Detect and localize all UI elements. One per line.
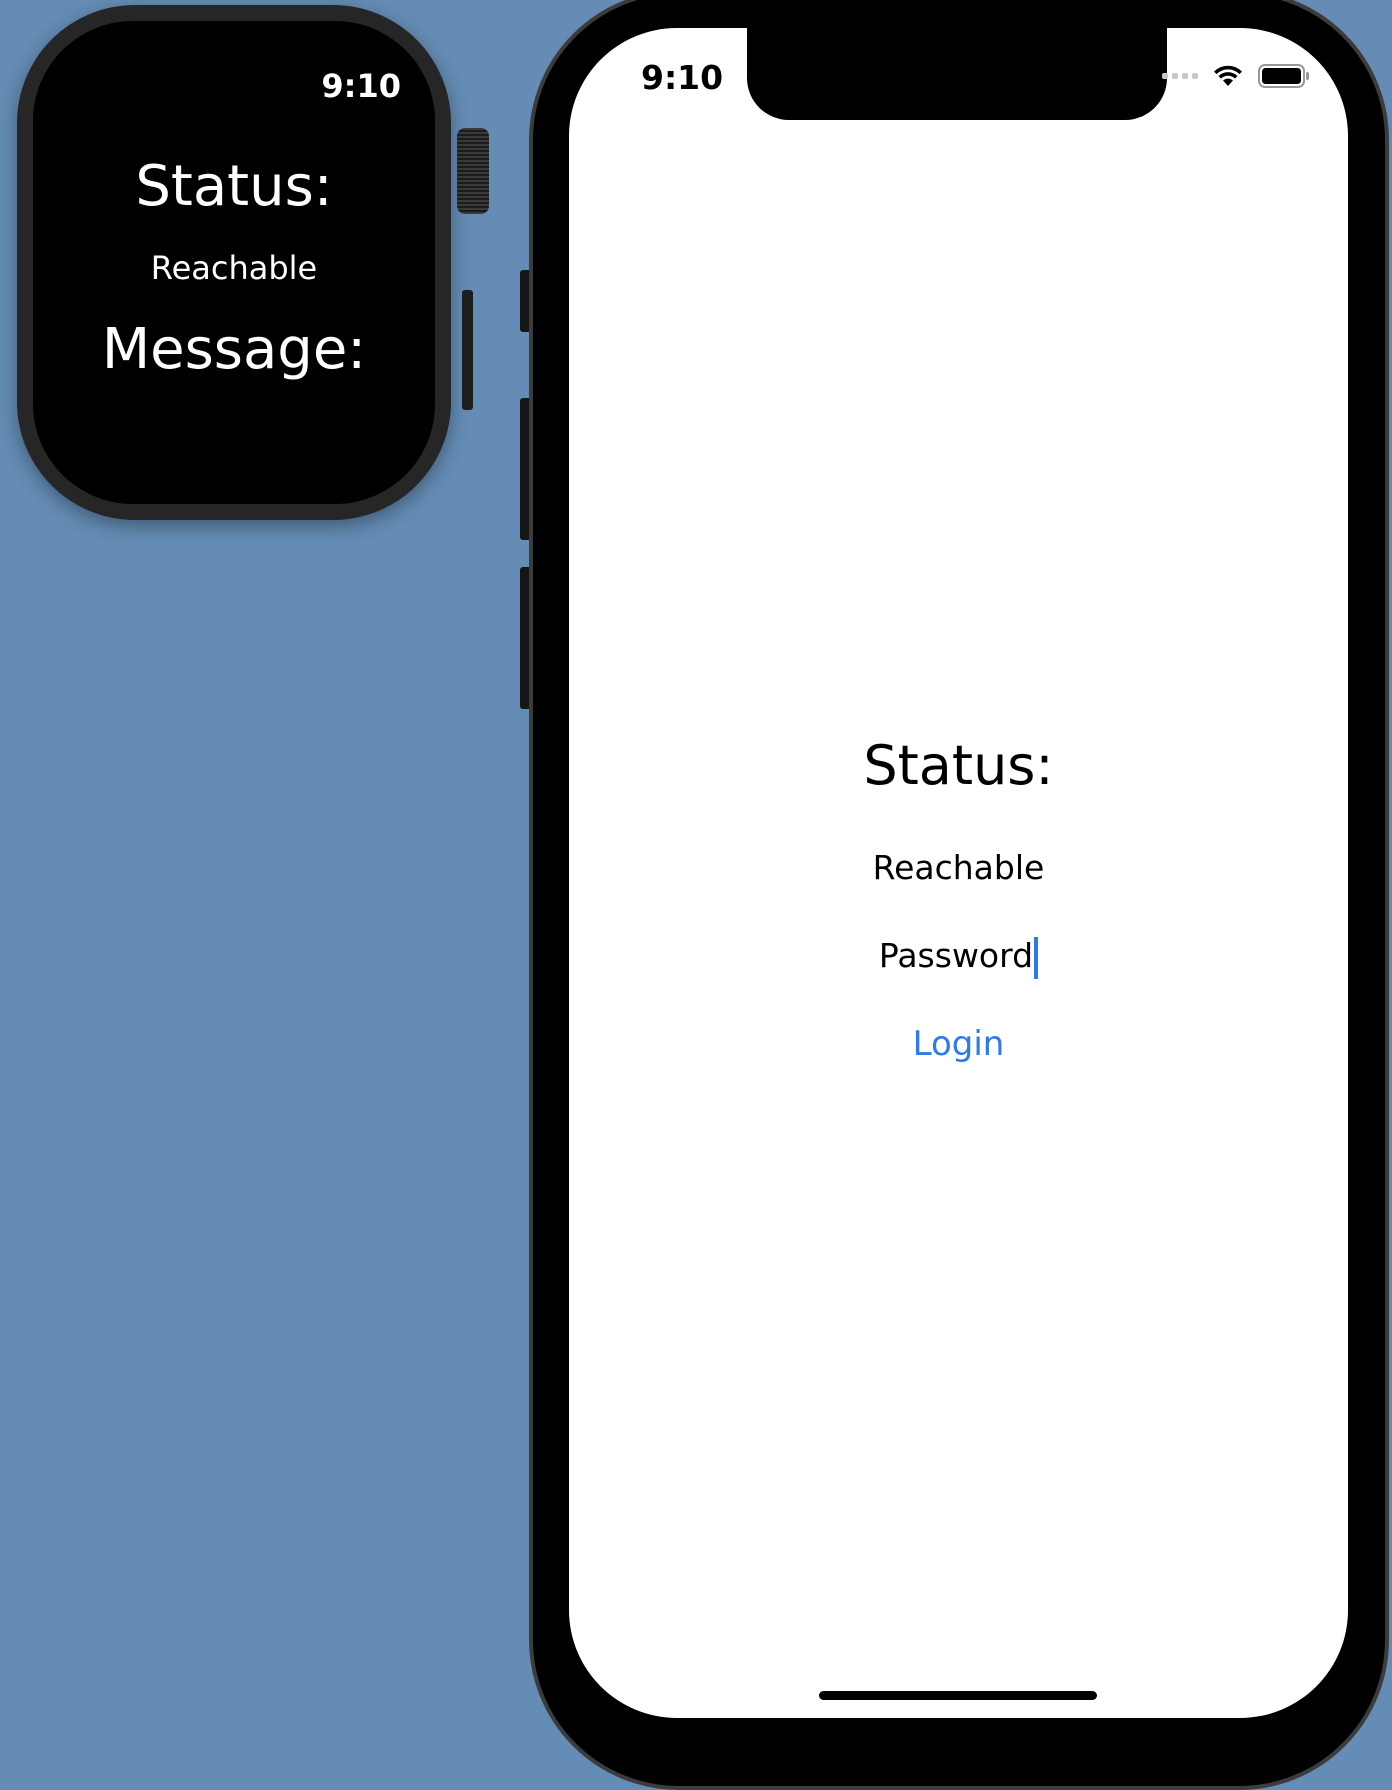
- watch-status-value: Reachable: [150, 249, 318, 287]
- iphone-screen: 9:10 Status: Reachable Password Login: [569, 28, 1348, 1718]
- wifi-icon: [1214, 65, 1242, 86]
- password-field[interactable]: Password: [569, 936, 1348, 979]
- text-caret: [1034, 936, 1039, 979]
- watch-clock: 9:10: [321, 67, 401, 105]
- status-bar-icons: [1162, 64, 1310, 88]
- login-button[interactable]: Login: [569, 1024, 1348, 1064]
- digital-crown[interactable]: [457, 128, 489, 214]
- status-value: Reachable: [872, 848, 1045, 887]
- volume-up-button[interactable]: [520, 398, 529, 540]
- watch-status-title: Status:: [135, 154, 333, 219]
- cellular-signal-icon: [1162, 73, 1198, 79]
- password-text: Password: [878, 936, 1034, 975]
- notch: [747, 28, 1167, 120]
- watch-message-title: Message:: [101, 317, 367, 382]
- watch-simulator: 9:10 Status: Reachable Message:: [17, 5, 489, 520]
- watch-screen: 9:10 Status: Reachable Message:: [33, 21, 435, 504]
- battery-icon: [1258, 64, 1309, 88]
- silent-switch[interactable]: [520, 270, 529, 332]
- status-title: Status:: [863, 734, 1054, 797]
- phone-clock: 9:10: [641, 58, 724, 97]
- volume-down-button[interactable]: [520, 567, 529, 709]
- watch-side-button[interactable]: [462, 290, 473, 410]
- home-indicator[interactable]: [819, 1691, 1097, 1700]
